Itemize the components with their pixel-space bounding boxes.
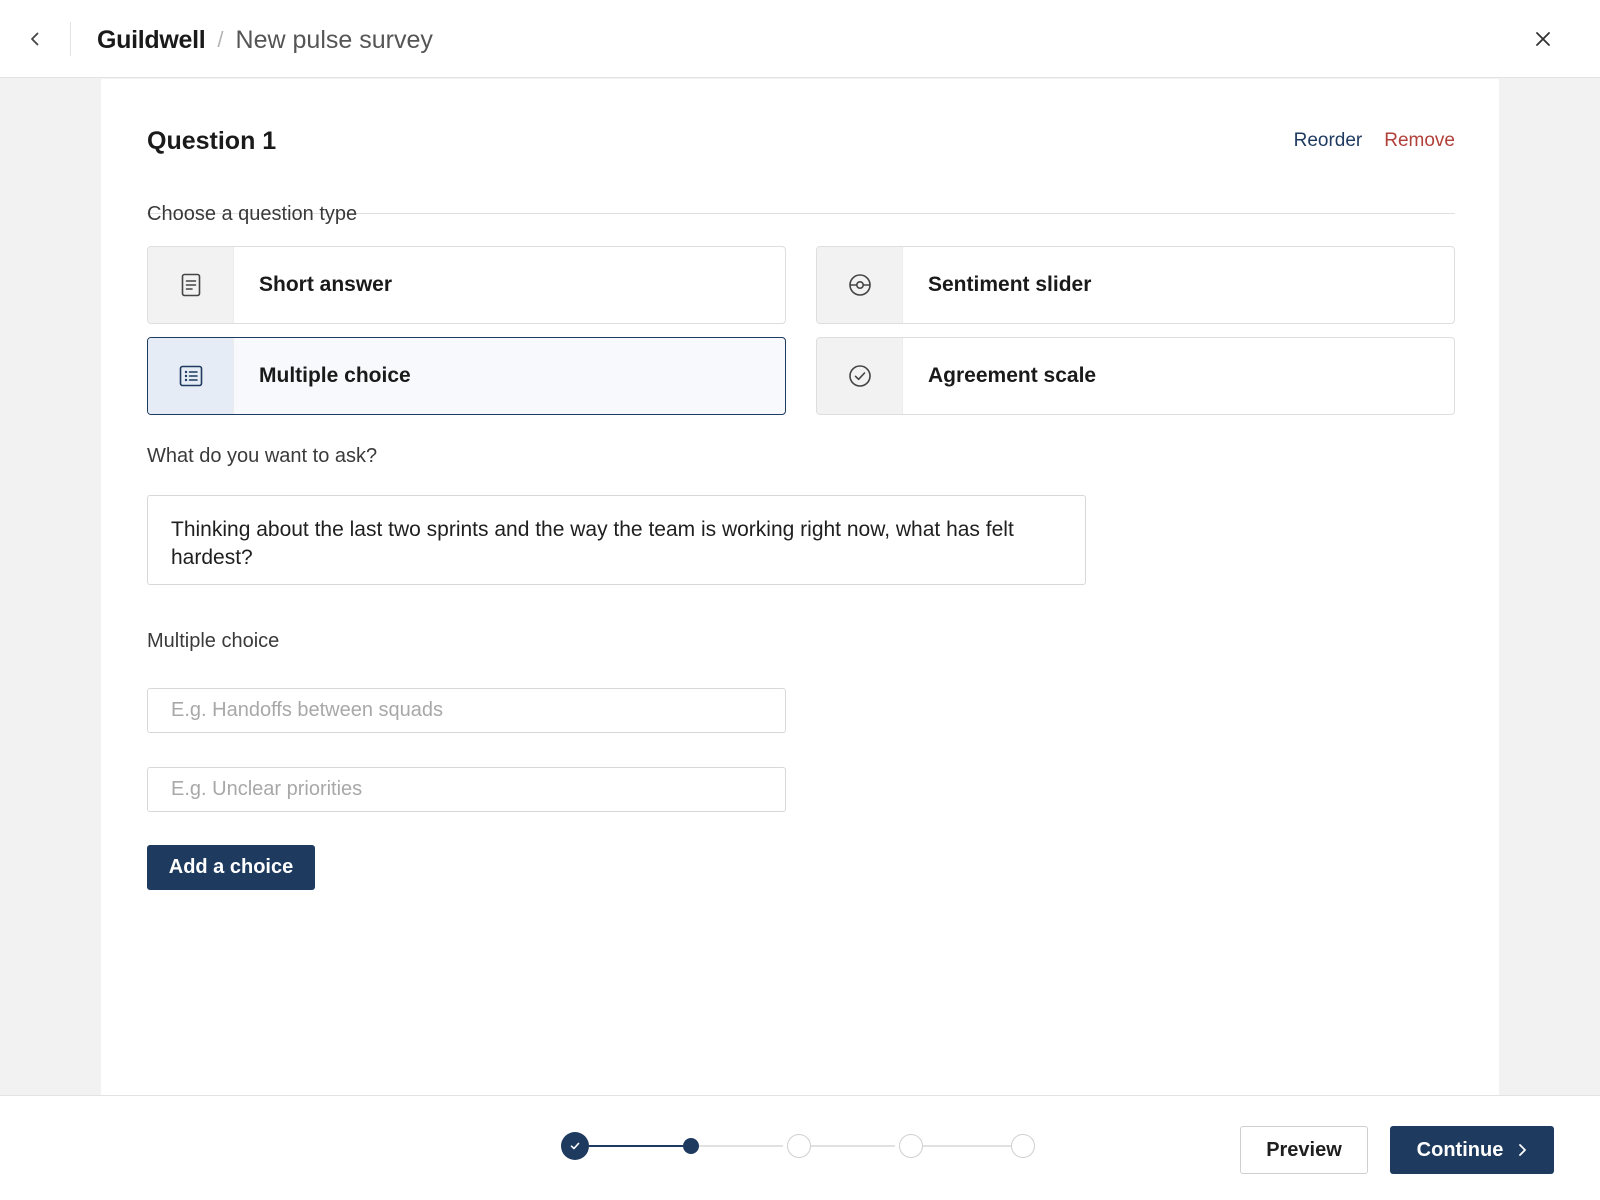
target-icon [848, 274, 871, 296]
chevron-left-icon [31, 32, 39, 46]
close-icon [1536, 32, 1550, 46]
preview-button[interactable]: Preview [1240, 1126, 1368, 1174]
type-label: Sentiment slider [928, 273, 1092, 296]
ask-label: What do you want to ask? [147, 445, 378, 467]
continue-label: Continue [1416, 1138, 1504, 1161]
step-2-current[interactable] [683, 1138, 699, 1154]
type-label: Short answer [259, 273, 393, 296]
check-circle-icon [848, 365, 871, 387]
continue-button[interactable]: Continue [1390, 1126, 1554, 1174]
check-icon [570, 1142, 580, 1150]
question-card: Question 1 Reorder Remove Choose a quest… [101, 79, 1499, 1095]
question-type-label: Choose a question type [147, 203, 358, 225]
choice-input-2[interactable] [147, 767, 786, 812]
breadcrumb-separator: / [217, 27, 224, 52]
type-short-answer[interactable]: Short answer [147, 246, 786, 324]
step-1-complete[interactable] [561, 1132, 589, 1160]
type-sentiment-slider[interactable]: Sentiment slider [816, 246, 1455, 324]
question-header: Question 1 Reorder Remove [147, 127, 1455, 214]
step-connector [811, 1145, 895, 1147]
step-3[interactable] [787, 1134, 811, 1158]
step-connector [923, 1145, 1011, 1147]
document-icon [181, 273, 200, 297]
question-title: Question 1 [147, 127, 277, 155]
choice-input-1[interactable] [147, 688, 786, 733]
step-connector [699, 1145, 783, 1147]
type-icon-box [148, 247, 234, 323]
footer-bar: Preview Continue [0, 1095, 1600, 1200]
type-agreement-scale[interactable]: Agreement scale [816, 337, 1455, 415]
type-icon-box [148, 338, 234, 414]
page-title: New pulse survey [235, 25, 433, 54]
list-icon [179, 365, 202, 387]
close-button[interactable] [1526, 22, 1560, 56]
type-multiple-choice[interactable]: Multiple choice [147, 337, 786, 415]
back-button[interactable] [18, 22, 52, 56]
reorder-link[interactable]: Reorder [1294, 130, 1363, 152]
question-text-field[interactable]: Thinking about the last two sprints and … [147, 495, 1086, 585]
chevron-right-icon [1519, 1144, 1527, 1156]
top-header: Guildwell / New pulse survey [0, 0, 1600, 78]
question-actions: Reorder Remove [1294, 130, 1455, 152]
type-icon-box [817, 247, 903, 323]
type-icon-box [817, 338, 903, 414]
step-5[interactable] [1011, 1134, 1035, 1158]
type-label: Multiple choice [259, 364, 411, 387]
brand-name[interactable]: Guildwell [97, 26, 206, 55]
progress-stepper [561, 1132, 1039, 1160]
type-label: Agreement scale [928, 364, 1097, 387]
step-4[interactable] [899, 1134, 923, 1158]
add-choice-button[interactable]: Add a choice [147, 845, 315, 890]
remove-link[interactable]: Remove [1384, 130, 1455, 152]
header-divider [70, 22, 71, 56]
step-connector [589, 1145, 683, 1147]
choices-label: Multiple choice [147, 630, 280, 652]
breadcrumb: Guildwell / New pulse survey [97, 22, 433, 58]
